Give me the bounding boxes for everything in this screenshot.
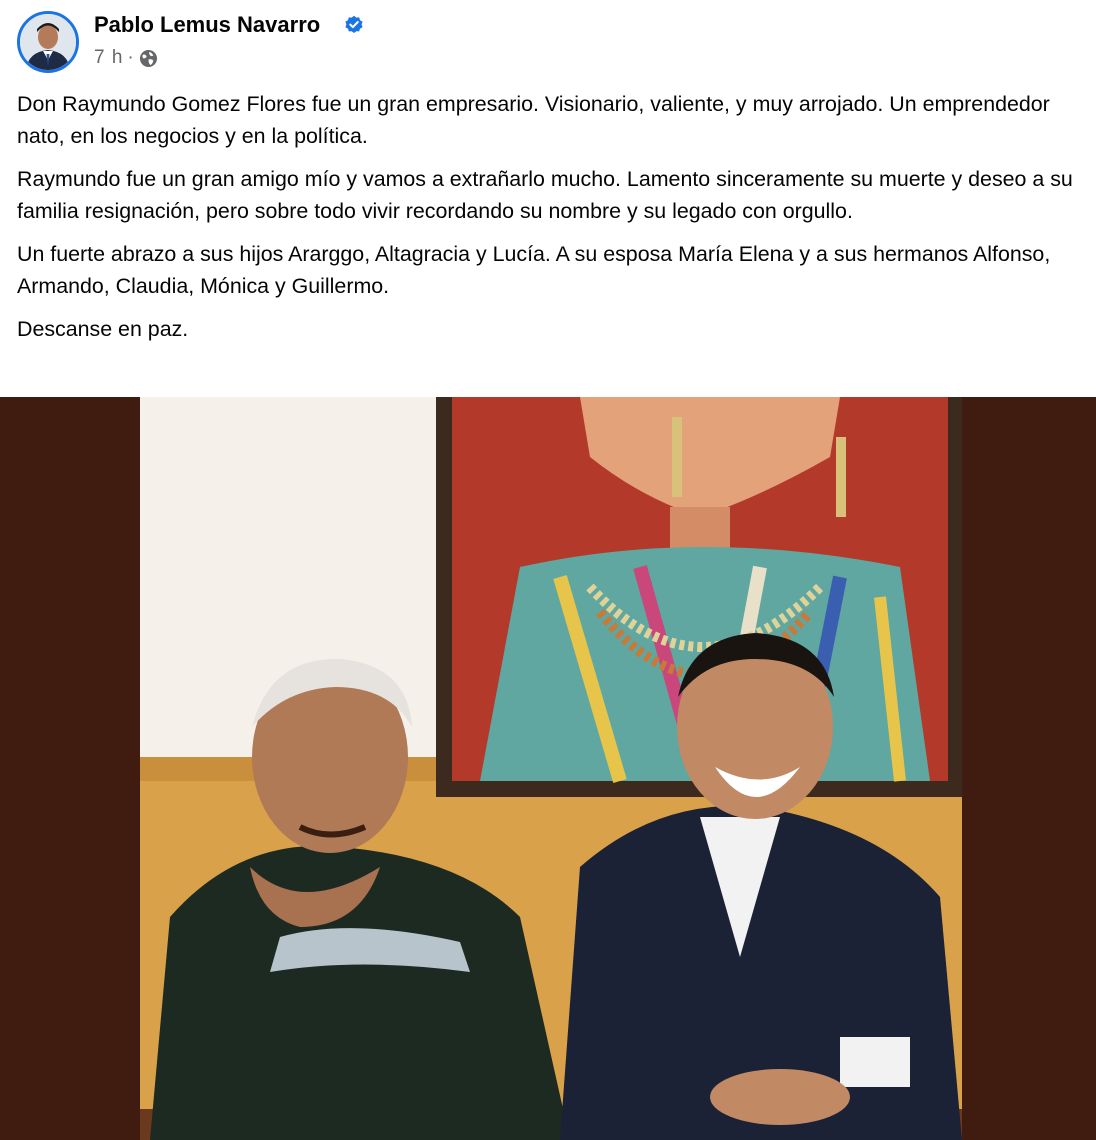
- author-avatar[interactable]: [17, 11, 79, 73]
- globe-icon[interactable]: [139, 49, 158, 68]
- post-text: Don Raymundo Gomez Flores fue un gran em…: [17, 88, 1082, 356]
- photo-two-men-restaurant: [0, 397, 1096, 1140]
- post-paragraph: Un fuerte abrazo a sus hijos Ararggo, Al…: [17, 242, 1051, 298]
- post-meta: 7 h ·: [94, 47, 158, 69]
- post-paragraph: Descanse en paz.: [17, 317, 189, 341]
- author-name[interactable]: Pablo Lemus Navarro: [94, 12, 320, 38]
- post-photo[interactable]: [0, 397, 1096, 1140]
- post-timestamp[interactable]: 7 h: [94, 47, 123, 69]
- verified-badge-icon: [345, 15, 363, 34]
- meta-separator: ·: [127, 47, 134, 68]
- post-header: Pablo Lemus Navarro 7 h ·: [0, 0, 1096, 84]
- facebook-post: Pablo Lemus Navarro 7 h · Don Raymundo G…: [0, 0, 1096, 1140]
- post-paragraph: Raymundo fue un gran amigo mío y vamos a…: [17, 167, 1073, 223]
- post-paragraph: Don Raymundo Gomez Flores fue un gran em…: [17, 92, 1050, 148]
- avatar-portrait: [20, 14, 76, 70]
